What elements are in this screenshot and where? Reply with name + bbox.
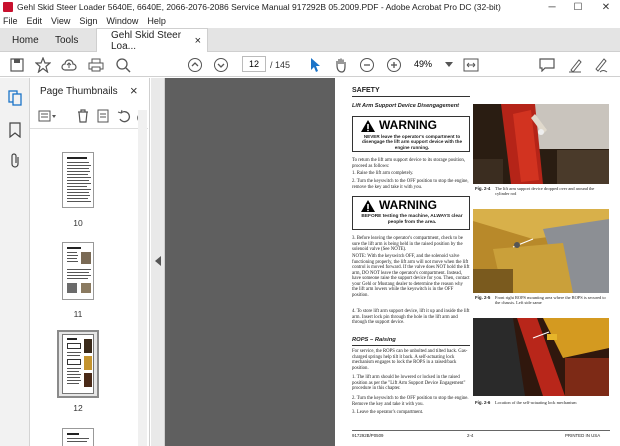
menu-bar: File Edit View Sign Window Help [0, 14, 620, 28]
page-thumbnails-icon[interactable] [8, 90, 22, 108]
thumbnail-label-11: 11 [73, 309, 83, 319]
panel-title: Page Thumbnails [40, 86, 118, 97]
save-icon[interactable] [8, 56, 26, 74]
tab-document[interactable]: Gehl Skid Steer Loa... × [96, 28, 208, 52]
warning-text-1: NEVER leave the operator's compartment t… [361, 134, 463, 150]
figure-photo-2 [473, 209, 609, 293]
page-heading: SAFETY [352, 87, 380, 94]
upload-cloud-icon[interactable] [60, 56, 78, 74]
tab-home[interactable]: Home [12, 28, 39, 52]
toolbar: 49% [0, 53, 620, 77]
intro-paragraph: To return the lift arm support device to… [352, 158, 466, 169]
insert-page-icon[interactable] [97, 109, 111, 125]
panel-collapse-handle[interactable] [151, 78, 165, 446]
thumbnail-options-icon[interactable] [38, 110, 58, 124]
menu-file[interactable]: File [3, 16, 18, 26]
step-4: 4. To store lift arm support device, lif… [352, 309, 470, 326]
step-a1: 1. Raise the lift arm completely. [352, 171, 414, 176]
zoom-in-icon[interactable] [385, 56, 403, 74]
warning-box-2: WARNING BEFORE testing the machine, ALWA… [352, 196, 470, 230]
page-number-input[interactable]: 12 [242, 56, 266, 72]
menu-sign[interactable]: Sign [79, 16, 97, 26]
thumbnail-page-11[interactable] [62, 242, 94, 300]
acrobat-icon [3, 2, 13, 12]
pdf-page: SAFETY Lift Arm Support Device Disengage… [335, 78, 620, 446]
chevron-down-icon[interactable] [440, 56, 458, 74]
rops-intro: For service, the ROPS can be unbolted an… [352, 349, 468, 371]
warning-triangle-icon [361, 120, 375, 134]
footer-page-number: 2-4 [467, 433, 474, 438]
attachment-icon[interactable] [9, 152, 21, 170]
section-title-rops: ROPS – Raising [352, 337, 396, 343]
maximize-button[interactable]: ☐ [568, 0, 588, 14]
figure-label-1: Fig. 2-4 [475, 186, 491, 191]
highlight-pen-icon[interactable] [566, 56, 584, 74]
menu-window[interactable]: Window [106, 16, 138, 26]
tab-document-label: Gehl Skid Steer Loa... [111, 29, 182, 52]
delete-page-icon[interactable] [77, 109, 89, 125]
figure-caption-1: The lift arm support device dropped over… [495, 186, 595, 197]
warning-triangle-icon [361, 200, 375, 214]
page-total: / 145 [270, 60, 291, 70]
hand-tool-icon[interactable] [332, 56, 350, 74]
zoom-out-icon[interactable] [358, 56, 376, 74]
print-icon[interactable] [87, 56, 105, 74]
warning-text-2: BEFORE testing the machine, ALWAYS clear… [361, 214, 463, 225]
menu-view[interactable]: View [51, 16, 70, 26]
heading-rule [352, 96, 470, 97]
rops-step-2: 2. Turn the keyswitch to the OFF positio… [352, 396, 469, 407]
figure-caption-2: Front right ROPS mounting area where the… [495, 295, 606, 306]
tab-bar: Home Tools Gehl Skid Steer Loa... × [0, 28, 620, 52]
close-window-button[interactable]: ✕ [596, 0, 616, 14]
section-title-lift-arm: Lift Arm Support Device Disengagement [352, 103, 460, 109]
figure-label-2: Fig. 2-5 [475, 295, 491, 300]
bookmarks-icon[interactable] [9, 122, 21, 140]
warning-box-1: WARNING NEVER leave the operator's compa… [352, 116, 470, 152]
left-tool-rail [0, 78, 30, 446]
search-icon[interactable] [114, 56, 132, 74]
thumbnail-page-13[interactable] [62, 428, 94, 446]
warning-word-2: WARNING [379, 198, 437, 212]
menu-edit[interactable]: Edit [27, 16, 43, 26]
panel-scrollbar[interactable] [138, 110, 147, 446]
rops-step-1: 1. The lift arm should be lowered or loc… [352, 375, 466, 392]
rops-step-3: 3. Leave the operator's compartment. [352, 410, 424, 415]
tab-tools[interactable]: Tools [55, 28, 78, 52]
bookmark-star-icon[interactable] [34, 56, 52, 74]
warning-word-1: WARNING [379, 118, 437, 132]
thumbnail-page-10[interactable] [62, 152, 94, 208]
menu-help[interactable]: Help [147, 16, 166, 26]
next-page-icon[interactable] [212, 56, 230, 74]
sign-pen-icon[interactable] [592, 56, 610, 74]
footer-doc-number: 917292B/P0509 [352, 433, 384, 438]
step-a2: 2. Turn the keyswitch to the OFF positio… [352, 179, 469, 190]
footer-printed: PRINTED IN USA [565, 433, 601, 438]
tab-close-button[interactable]: × [195, 35, 201, 47]
panel-close-button[interactable]: × [130, 83, 138, 98]
figure-label-3: Fig. 2-6 [475, 400, 491, 405]
section-rule [352, 345, 470, 346]
note-paragraph: NOTE: With the keyswitch OFF, and the so… [352, 254, 470, 298]
figure-caption-3: Location of the self-actuating lock mech… [495, 400, 577, 405]
step-3: 3. Before leaving the operator's compart… [352, 236, 463, 253]
figure-photo-3 [473, 318, 609, 396]
comment-icon[interactable] [538, 56, 556, 74]
thumbnail-label-10: 10 [73, 218, 83, 228]
collapse-arrow-icon [154, 256, 162, 268]
select-cursor-icon[interactable] [306, 56, 324, 74]
fit-page-icon[interactable] [462, 56, 480, 74]
footer-rule [352, 430, 610, 431]
title-bar: Gehl Skid Steer Loader 5640E, 6640E, 206… [0, 0, 620, 14]
figure-photo-1 [473, 104, 609, 184]
panel-divider [30, 128, 148, 129]
window-title: Gehl Skid Steer Loader 5640E, 6640E, 206… [17, 2, 501, 12]
rotate-left-icon[interactable] [117, 109, 131, 125]
previous-page-icon[interactable] [186, 56, 204, 74]
minimize-button[interactable]: ─ [542, 0, 562, 14]
thumbnail-label-12: 12 [73, 403, 83, 413]
thumbnail-page-12[interactable] [62, 334, 94, 394]
